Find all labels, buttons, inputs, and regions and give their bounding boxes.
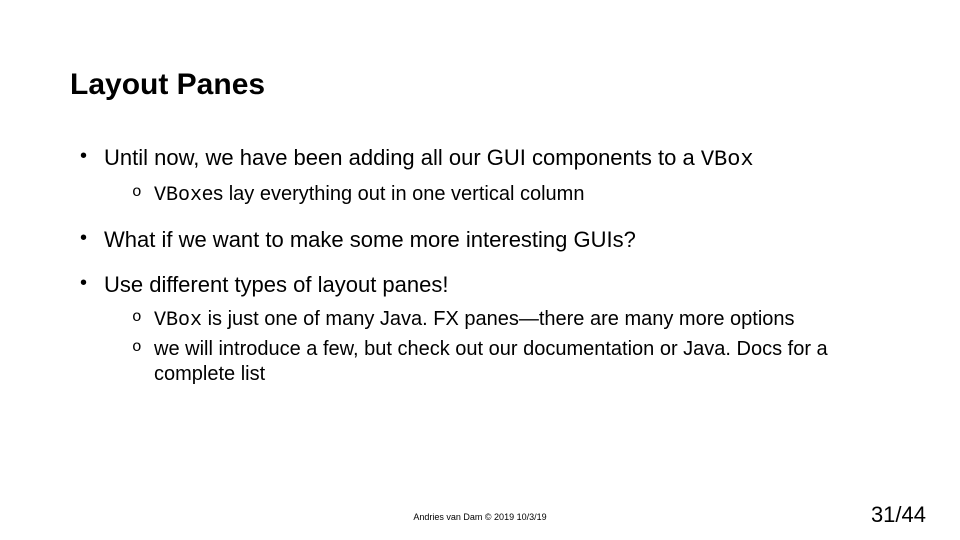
- sub-list: VBox is just one of many Java. FX panes—…: [132, 307, 890, 387]
- sub-text: we will introduce a few, but check out o…: [154, 338, 828, 385]
- bullet-item: Until now, we have been adding all our G…: [80, 144, 890, 208]
- code-vbox: VBox: [154, 309, 202, 332]
- bullet-item: What if we want to make some more intere…: [80, 226, 890, 254]
- sub-list: VBoxes lay everything out in one vertica…: [132, 182, 890, 208]
- bullet-text: What if we want to make some more intere…: [104, 227, 636, 252]
- slide-title: Layout Panes: [70, 68, 890, 102]
- bullet-text: Until now, we have been adding all our G…: [104, 145, 701, 170]
- code-vbox: VBox: [701, 147, 754, 172]
- sub-item: VBox is just one of many Java. FX panes—…: [132, 307, 890, 333]
- footer-copyright: Andries van Dam © 2019 10/3/19: [0, 512, 960, 522]
- bullet-text: Use different types of layout panes!: [104, 272, 448, 297]
- sub-text: is just one of many Java. FX panes—there…: [202, 308, 795, 330]
- bullet-item: Use different types of layout panes! VBo…: [80, 271, 890, 387]
- bullet-list: Until now, we have been adding all our G…: [80, 144, 890, 387]
- page-number: 31/44: [871, 502, 926, 528]
- sub-text: es lay everything out in one vertical co…: [202, 183, 584, 205]
- code-vbox: VBox: [154, 184, 202, 207]
- sub-item: VBoxes lay everything out in one vertica…: [132, 182, 890, 208]
- sub-item: we will introduce a few, but check out o…: [132, 337, 890, 387]
- slide: Layout Panes Until now, we have been add…: [0, 0, 960, 540]
